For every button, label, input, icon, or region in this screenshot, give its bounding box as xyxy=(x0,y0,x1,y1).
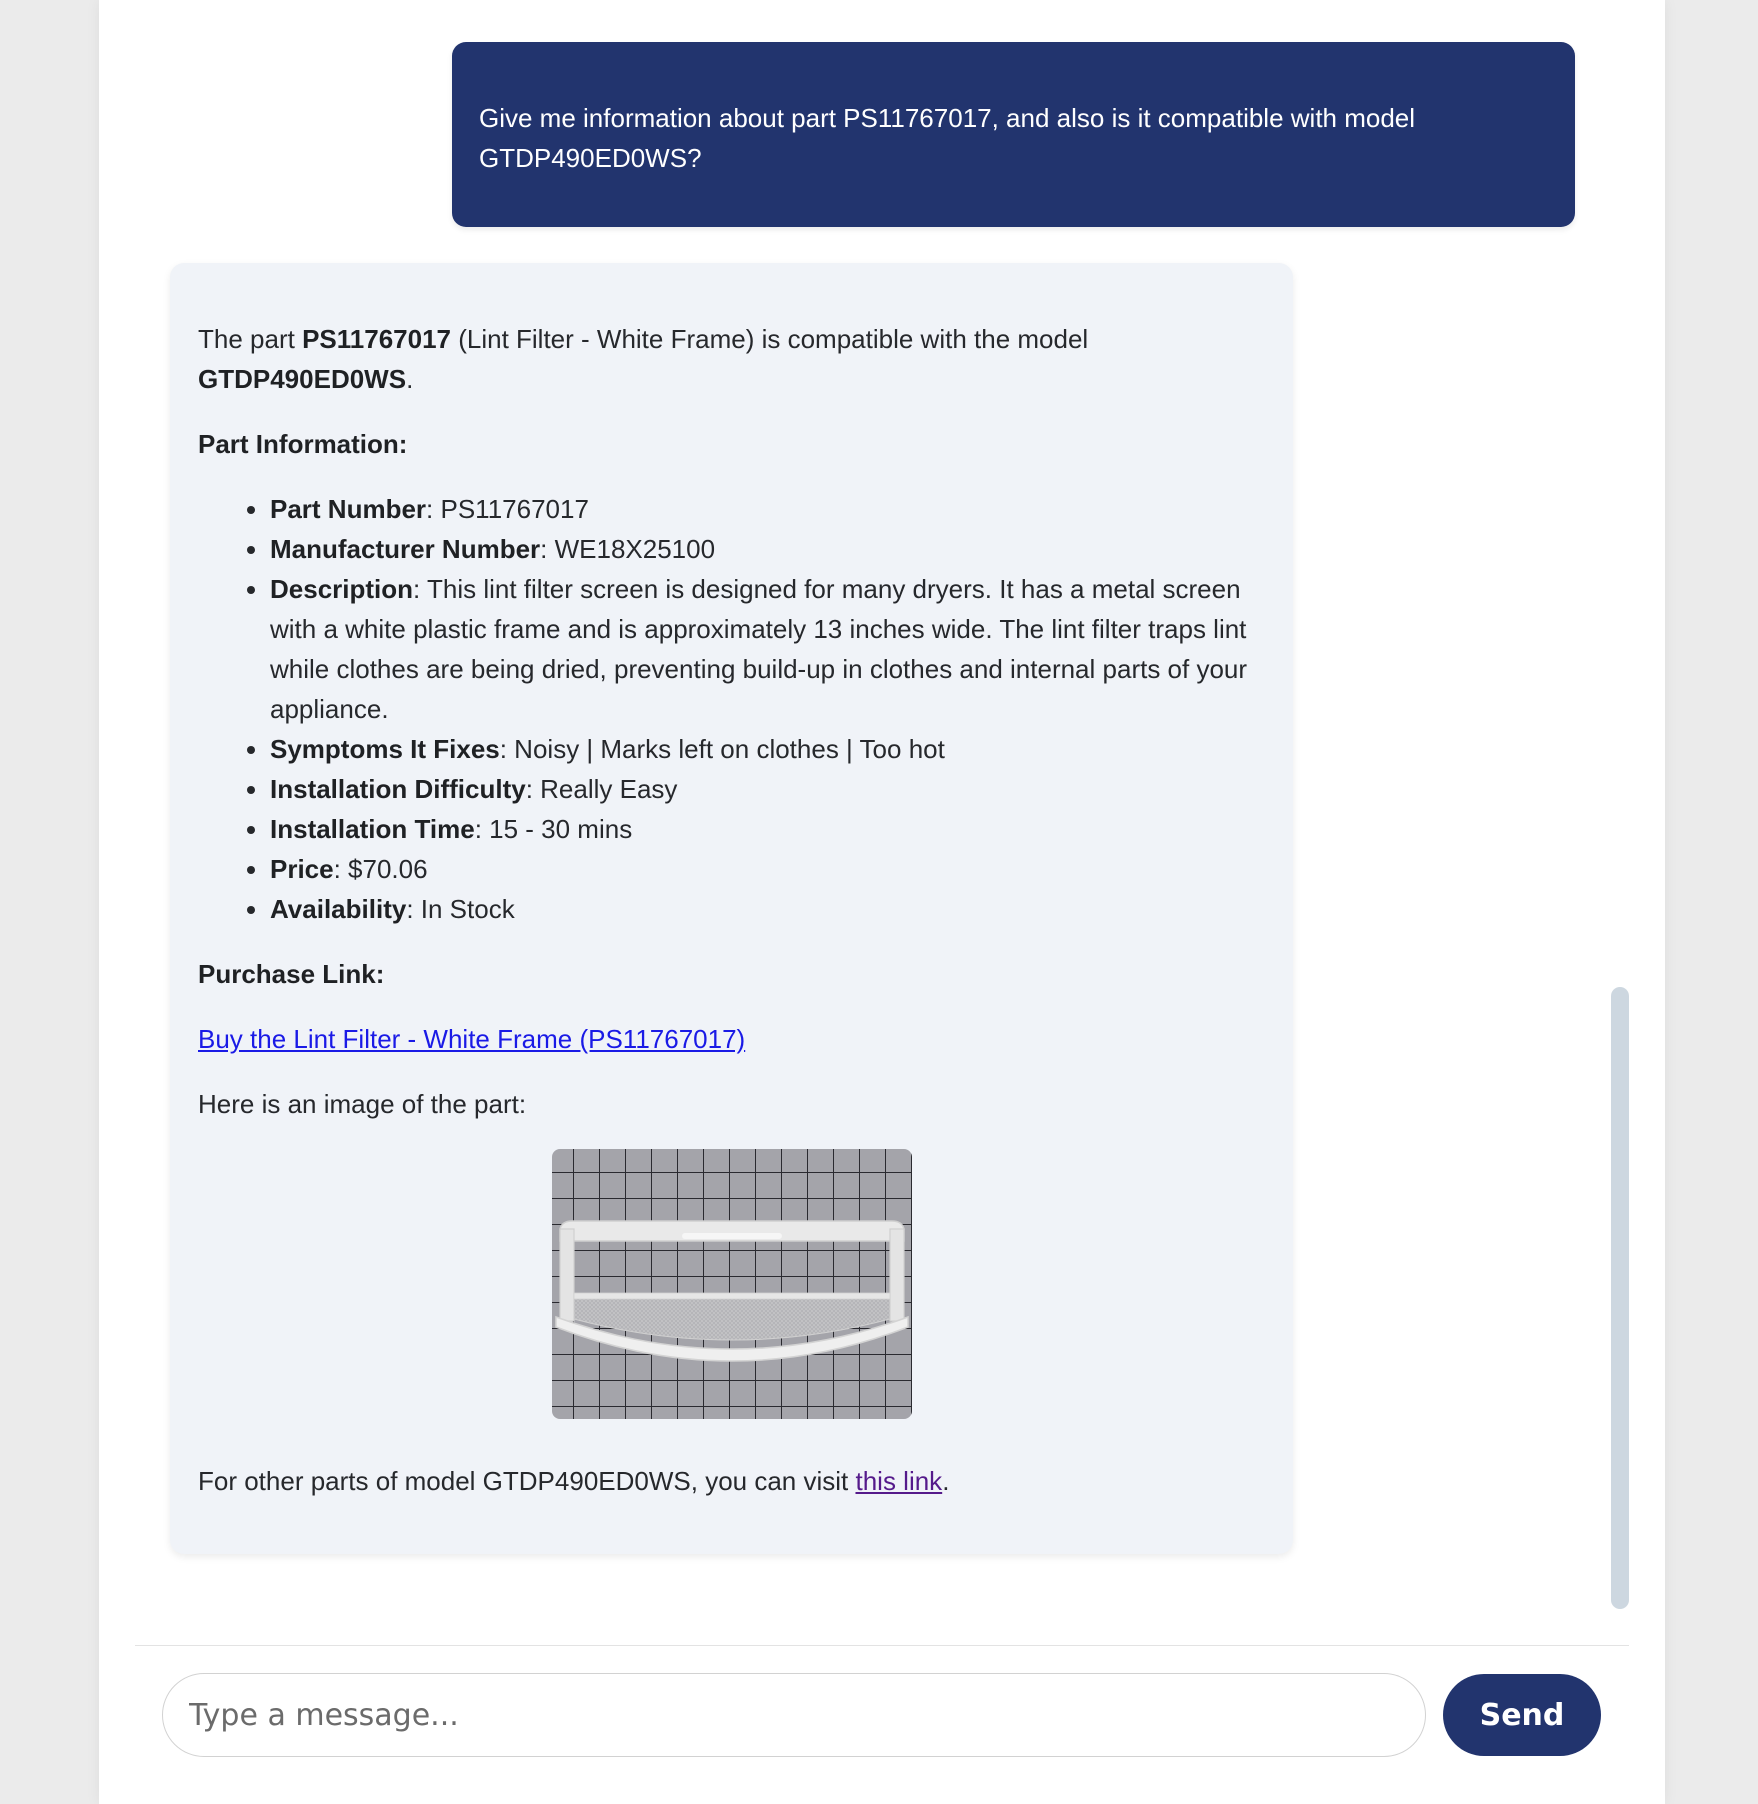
list-item: Installation Difficulty: Really Easy xyxy=(270,769,1265,809)
part-info-list: Part Number: PS11767017 Manufacturer Num… xyxy=(198,489,1265,929)
chat-window: Give me information about part PS1176701… xyxy=(99,0,1665,1804)
buy-part-link[interactable]: Buy the Lint Filter - White Frame (PS117… xyxy=(198,1024,745,1054)
lint-filter-image[interactable] xyxy=(552,1149,912,1419)
list-item: Symptoms It Fixes: Noisy | Marks left on… xyxy=(270,729,1265,769)
list-item: Part Number: PS11767017 xyxy=(270,489,1265,529)
composer-divider xyxy=(135,1645,1629,1646)
scrollbar-thumb[interactable] xyxy=(1611,987,1629,1609)
list-item: Availability: In Stock xyxy=(270,889,1265,929)
part-info-heading: Part Information: xyxy=(198,429,408,459)
image-caption: Here is an image of the part: xyxy=(198,1089,527,1119)
message-list: Give me information about part PS1176701… xyxy=(99,0,1665,1645)
message-input[interactable] xyxy=(162,1673,1426,1757)
user-message-text: Give me information about part PS1176701… xyxy=(479,103,1416,173)
purchase-heading: Purchase Link: xyxy=(198,959,385,989)
assistant-message: The part PS11767017 (Lint Filter - White… xyxy=(170,263,1293,1554)
user-message: Give me information about part PS1176701… xyxy=(452,42,1575,227)
part-number-bold: PS11767017 xyxy=(302,324,451,354)
compatibility-answer: The part PS11767017 (Lint Filter - White… xyxy=(198,324,1089,394)
lint-filter-illustration xyxy=(552,1149,912,1419)
send-button[interactable]: Send xyxy=(1443,1674,1601,1756)
list-item: Description: This lint filter screen is … xyxy=(270,569,1265,729)
list-item: Installation Time: 15 - 30 mins xyxy=(270,809,1265,849)
other-parts-paragraph: For other parts of model GTDP490ED0WS, y… xyxy=(198,1466,950,1496)
purchase-paragraph: Buy the Lint Filter - White Frame (PS117… xyxy=(198,1019,1265,1059)
other-parts-link[interactable]: this link xyxy=(855,1466,942,1496)
list-item: Price: $70.06 xyxy=(270,849,1265,889)
model-number-bold: GTDP490ED0WS xyxy=(198,364,407,394)
list-item: Manufacturer Number: WE18X25100 xyxy=(270,529,1265,569)
